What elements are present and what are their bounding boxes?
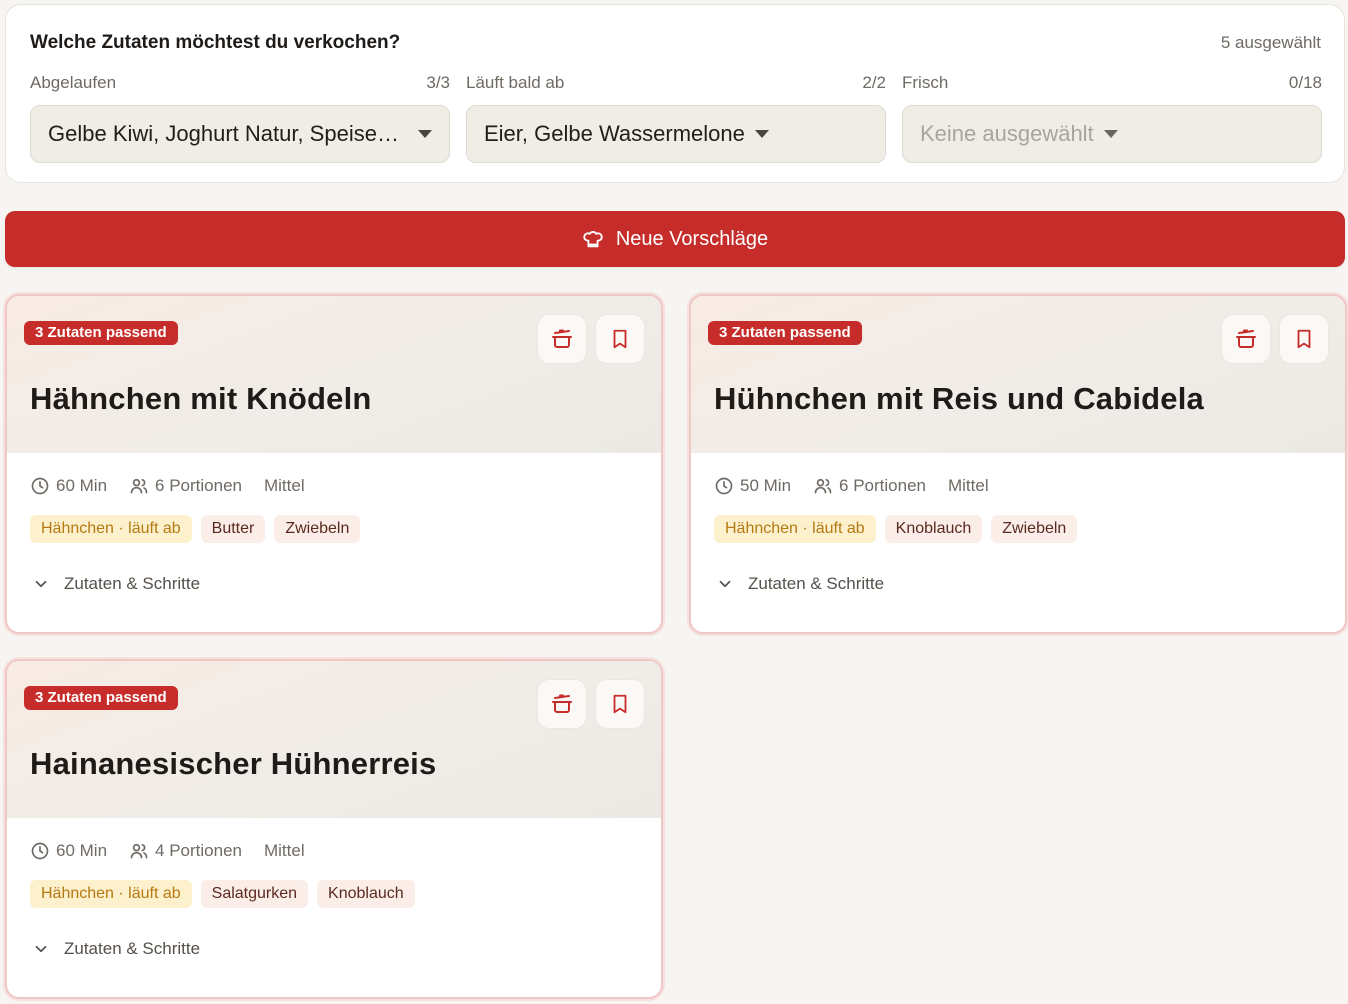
ingredient-tag: Zwiebeln bbox=[991, 515, 1078, 543]
recipe-meta: 60 Min 6 Portionen Mittel bbox=[30, 476, 327, 496]
users-icon bbox=[130, 478, 148, 494]
cta-label: Neue Vorschläge bbox=[615, 227, 769, 250]
group-expiring-soon: Läuft bald ab 2/2 Eier, Gelbe Wassermelo… bbox=[466, 73, 886, 163]
group-label: Läuft bald ab bbox=[466, 73, 565, 92]
fresh-select[interactable]: Keine ausgewählt bbox=[902, 105, 1322, 163]
ingredient-selector-panel: Welche Zutaten möchtest du verkochen? 5 … bbox=[5, 4, 1345, 183]
chevron-down-icon bbox=[719, 580, 731, 588]
recipe-title: Hainanesischer Hühnerreis bbox=[30, 746, 437, 781]
group-fresh: Frisch 0/18 Keine ausgewählt bbox=[902, 73, 1322, 163]
cook-button[interactable] bbox=[537, 314, 587, 364]
chevron-down-icon bbox=[35, 580, 47, 588]
expander-label: Zutaten & Schritte bbox=[64, 574, 201, 593]
bookmark-icon bbox=[613, 694, 627, 714]
ingredient-tag: Knoblauch bbox=[884, 515, 983, 543]
ingredient-tags: Hähnchen · läuft ab Butter Zwiebeln bbox=[30, 515, 361, 543]
match-badge: 3 Zutaten passend bbox=[708, 321, 862, 345]
ingredient-tag: Zwiebeln bbox=[274, 515, 361, 543]
chevron-down-icon bbox=[35, 945, 47, 953]
ingredient-tag: Knoblauch bbox=[317, 880, 415, 908]
recipe-difficulty: Mittel bbox=[947, 476, 989, 495]
recipe-time: 60 Min bbox=[56, 841, 108, 860]
chef-hat-icon bbox=[583, 231, 603, 248]
panel-title: Welche Zutaten möchtest du verkochen? bbox=[30, 32, 401, 53]
clock-icon bbox=[31, 477, 49, 495]
recipe-time: 50 Min bbox=[740, 476, 792, 495]
cooking-pot-icon bbox=[552, 329, 572, 348]
expired-select[interactable]: Gelbe Kiwi, Joghurt Natur, Speise… bbox=[30, 105, 450, 163]
caret-down-icon bbox=[1103, 130, 1118, 138]
recipe-servings: 4 Portionen bbox=[155, 841, 242, 860]
group-count: 0/18 bbox=[1288, 73, 1322, 92]
recipe-difficulty: Mittel bbox=[263, 841, 305, 860]
recipe-card: 3 Zutaten passend Hühnchen mit Reis und … bbox=[689, 294, 1347, 634]
recipe-servings: 6 Portionen bbox=[155, 476, 242, 495]
selected-count: 5 ausgewählt bbox=[1220, 33, 1321, 52]
bookmark-button[interactable] bbox=[595, 679, 645, 729]
group-label: Abgelaufen bbox=[30, 73, 117, 92]
caret-down-icon bbox=[754, 130, 769, 138]
recipe-meta: 60 Min 4 Portionen Mittel bbox=[30, 841, 327, 861]
new-suggestions-button[interactable]: Neue Vorschläge bbox=[5, 211, 1345, 267]
recipe-meta: 50 Min 6 Portionen Mittel bbox=[714, 476, 1011, 496]
recipe-servings: 6 Portionen bbox=[839, 476, 926, 495]
bookmark-icon bbox=[1297, 329, 1311, 349]
clock-icon bbox=[715, 477, 733, 495]
cooking-pot-icon bbox=[1236, 329, 1256, 348]
bookmark-button[interactable] bbox=[1279, 314, 1329, 364]
ingredient-tag: Butter bbox=[200, 515, 266, 543]
expander-label: Zutaten & Schritte bbox=[748, 574, 885, 593]
ingredient-tag-expiring: Hähnchen · läuft ab bbox=[714, 515, 876, 543]
caret-down-icon bbox=[418, 130, 432, 138]
expiring-soon-select[interactable]: Eier, Gelbe Wassermelone bbox=[466, 105, 886, 163]
cooking-pot-icon bbox=[552, 694, 572, 713]
group-label: Frisch bbox=[902, 73, 949, 92]
expander-label: Zutaten & Schritte bbox=[64, 939, 201, 958]
select-value: Eier, Gelbe Wassermelone bbox=[484, 121, 745, 146]
ingredients-steps-toggle[interactable]: Zutaten & Schritte bbox=[32, 574, 200, 594]
select-placeholder: Keine ausgewählt bbox=[920, 121, 1094, 146]
recipe-title: Hühnchen mit Reis und Cabidela bbox=[714, 381, 1204, 416]
bookmark-icon bbox=[613, 329, 627, 349]
group-expired: Abgelaufen 3/3 Gelbe Kiwi, Joghurt Natur… bbox=[30, 73, 450, 163]
cook-button[interactable] bbox=[1221, 314, 1271, 364]
users-icon bbox=[130, 843, 148, 859]
ingredients-steps-toggle[interactable]: Zutaten & Schritte bbox=[716, 574, 884, 594]
ingredients-steps-toggle[interactable]: Zutaten & Schritte bbox=[32, 939, 200, 959]
recipe-card: 3 Zutaten passend Hainanesischer Hühnerr… bbox=[5, 659, 663, 999]
ingredient-tags: Hähnchen · läuft ab Knoblauch Zwiebeln bbox=[714, 515, 1078, 543]
cook-button[interactable] bbox=[537, 679, 587, 729]
recipe-title: Hähnchen mit Knödeln bbox=[30, 381, 372, 416]
recipe-card: 3 Zutaten passend Hähnchen mit Knödeln 6… bbox=[5, 294, 663, 634]
ingredient-tags: Hähnchen · läuft ab Salatgurken Knoblauc… bbox=[30, 880, 415, 908]
recipe-time: 60 Min bbox=[56, 476, 108, 495]
ingredient-tag-expiring: Hähnchen · läuft ab bbox=[30, 880, 192, 908]
ingredient-tag: Salatgurken bbox=[200, 880, 309, 908]
group-count: 3/3 bbox=[426, 73, 450, 92]
match-badge: 3 Zutaten passend bbox=[24, 321, 178, 345]
match-badge: 3 Zutaten passend bbox=[24, 686, 178, 710]
clock-icon bbox=[31, 842, 49, 860]
group-count: 2/2 bbox=[862, 73, 886, 92]
bookmark-button[interactable] bbox=[595, 314, 645, 364]
ingredient-tag-expiring: Hähnchen · läuft ab bbox=[30, 515, 192, 543]
recipe-difficulty: Mittel bbox=[263, 476, 305, 495]
users-icon bbox=[814, 478, 832, 494]
select-value: Gelbe Kiwi, Joghurt Natur, Speise… bbox=[48, 121, 399, 146]
